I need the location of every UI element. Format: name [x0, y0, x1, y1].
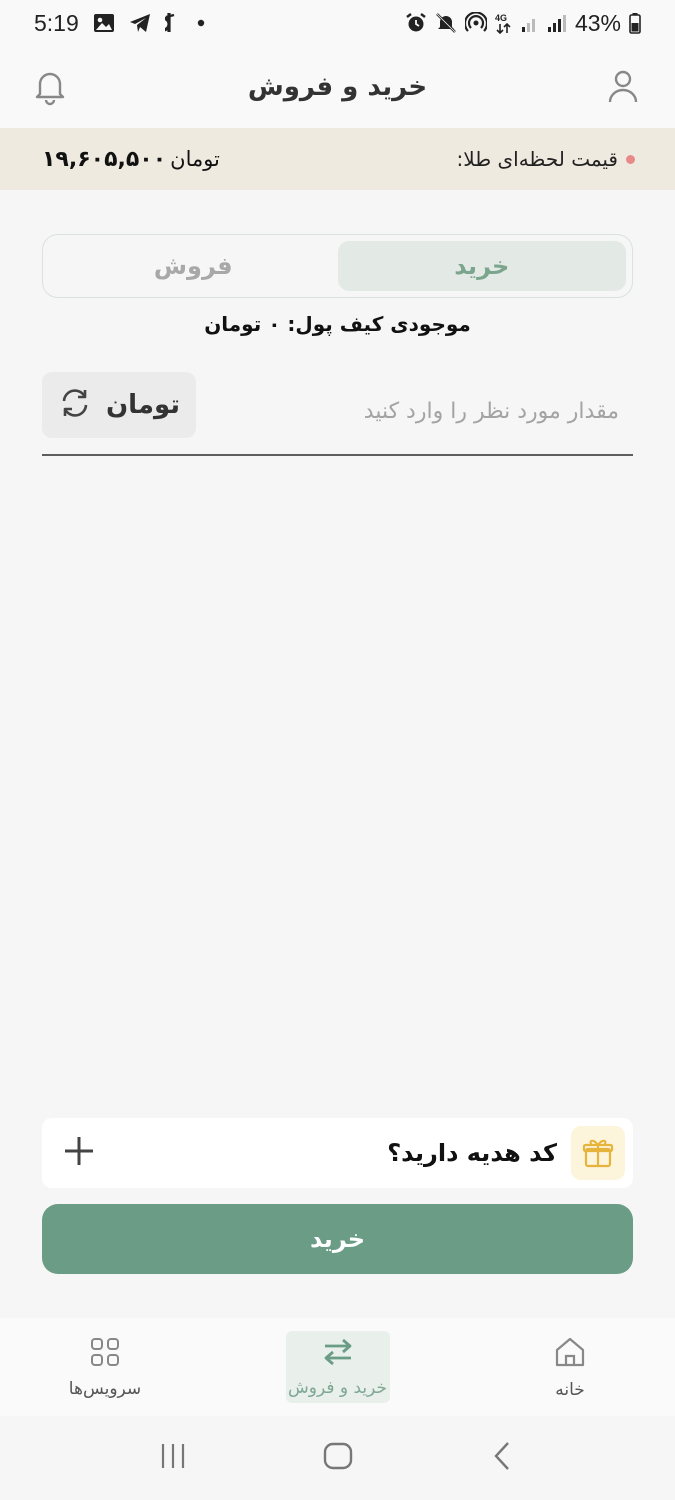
- status-bar-left: 5:19: [34, 10, 205, 37]
- nav-item-services-inner: سرویس‌ها: [53, 1331, 157, 1403]
- gold-price-value: ۱۹,۶۰۵,۵۰۰: [42, 146, 167, 172]
- gold-price-unit: تومان: [170, 147, 220, 171]
- page-title: خرید و فروش: [247, 72, 428, 102]
- battery-percent: 43%: [574, 9, 621, 36]
- unit-label: تومان: [105, 390, 181, 420]
- buy-button[interactable]: خرید: [42, 1204, 633, 1274]
- unit-toggle-button[interactable]: تومان: [42, 372, 196, 438]
- status-bar: 5:19 4G 43%: [0, 0, 675, 46]
- system-nav-bar: [0, 1416, 675, 1500]
- recent-apps-icon[interactable]: [156, 1439, 190, 1477]
- signal-icon: [547, 13, 567, 33]
- gift-code-row[interactable]: کد هدیه دارید؟: [42, 1118, 633, 1188]
- tab-sell[interactable]: فروش: [49, 241, 338, 291]
- hotspot-icon: [464, 12, 487, 34]
- status-bar-right: 4G 43%: [405, 10, 641, 37]
- nav-item-buy-sell[interactable]: خرید و فروش: [283, 1318, 393, 1416]
- status-time: 5:19: [34, 9, 79, 36]
- bottom-nav: سرویس‌ها خرید و فروش خانه: [0, 1318, 675, 1416]
- back-icon[interactable]: [486, 1439, 520, 1477]
- nav-item-services[interactable]: سرویس‌ها: [50, 1318, 160, 1416]
- nav-item-home-inner: خانه: [518, 1331, 622, 1403]
- home-circle-icon[interactable]: [321, 1439, 355, 1477]
- alarm-icon: [405, 12, 427, 34]
- amount-input[interactable]: مقدار مورد نظر را وارد کنید: [364, 399, 633, 424]
- plus-icon[interactable]: [62, 1134, 96, 1172]
- gift-icon: [571, 1126, 625, 1180]
- swap-arrows-icon: [321, 1337, 355, 1372]
- gift-code-label: کد هدیه دارید؟: [387, 1139, 557, 1167]
- nav-label-home: خانه: [555, 1379, 585, 1400]
- app-header: خرید و فروش: [0, 46, 675, 128]
- nav-item-buy-sell-inner: خرید و فروش: [285, 1331, 390, 1403]
- signal-weak-icon: [521, 13, 539, 33]
- amount-field: تومان مقدار مورد نظر را وارد کنید: [42, 372, 633, 456]
- user-profile-icon[interactable]: [603, 66, 643, 110]
- svg-text:4G: 4G: [495, 13, 507, 23]
- refresh-icon: [58, 386, 92, 424]
- bell-icon[interactable]: [30, 66, 70, 110]
- home-icon: [553, 1335, 587, 1374]
- buy-sell-toggle: فروش خرید: [42, 234, 633, 298]
- grid-icon: [89, 1336, 121, 1373]
- network-4g-icon: 4G: [495, 12, 513, 34]
- battery-icon: [629, 12, 641, 34]
- notification-dot-icon: [197, 19, 205, 27]
- telegram-icon: [129, 13, 151, 33]
- tab-buy[interactable]: خرید: [337, 241, 626, 291]
- live-dot-icon: [626, 154, 635, 164]
- nav-label-services: سرویس‌ها: [68, 1378, 142, 1399]
- gold-price-label-group: قیمت لحظه‌ای طلا:: [457, 147, 635, 171]
- nav-item-home[interactable]: خانه: [515, 1318, 625, 1416]
- wallet-balance: موجودی کیف پول: ۰ تومان: [204, 312, 471, 336]
- gold-price-label: قیمت لحظه‌ای طلا:: [456, 147, 618, 171]
- nav-label-buy-sell: خرید و فروش: [287, 1377, 388, 1398]
- gold-price-bar: ۱۹,۶۰۵,۵۰۰ تومان قیمت لحظه‌ای طلا:: [0, 128, 675, 190]
- gallery-icon: [93, 13, 115, 33]
- gold-price: ۱۹,۶۰۵,۵۰۰ تومان: [42, 147, 220, 172]
- gift-label-group: کد هدیه دارید؟: [387, 1126, 625, 1180]
- mute-icon: [435, 12, 457, 34]
- b-app-icon: [164, 12, 183, 34]
